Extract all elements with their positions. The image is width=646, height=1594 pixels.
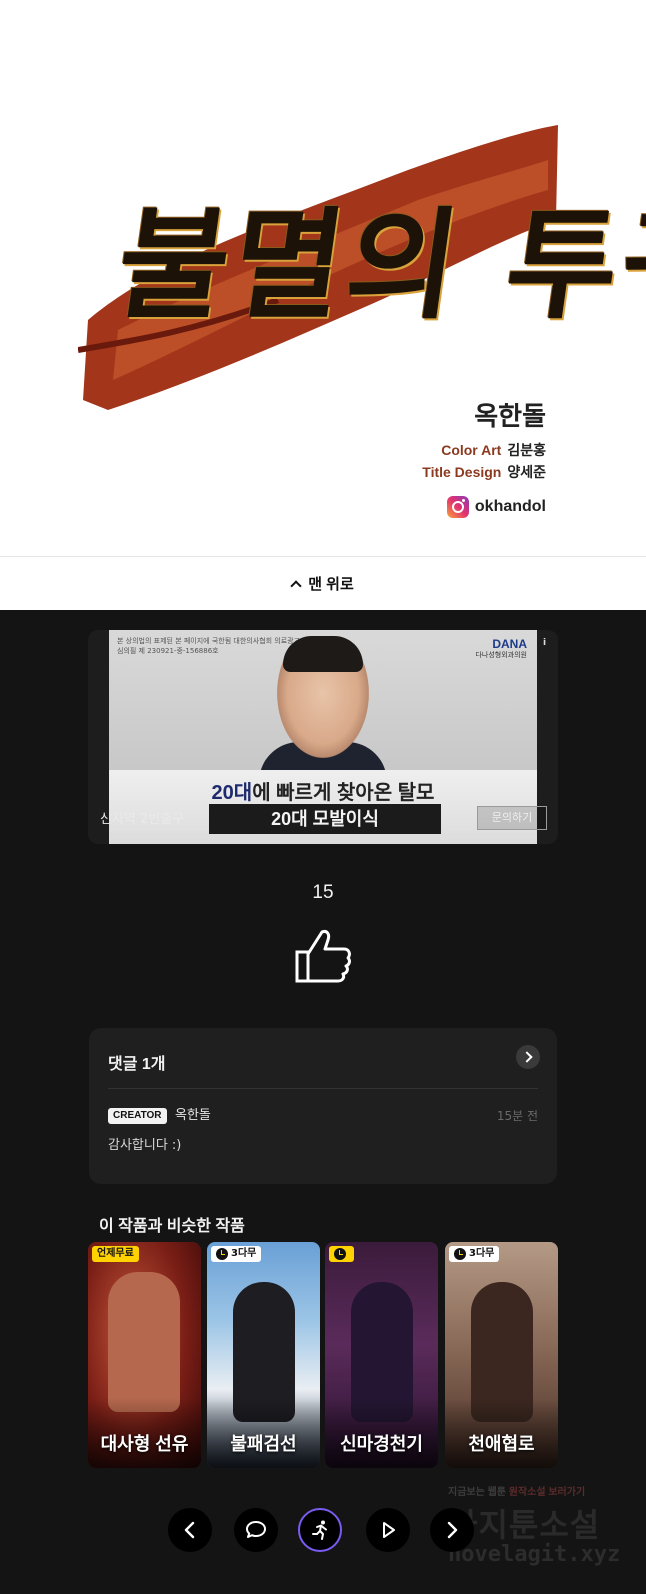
- recommendation-card[interactable]: 3다무 천애협로: [445, 1242, 558, 1468]
- ad-pill: 20대 모발이식: [209, 804, 441, 834]
- watermark-tagline: 지금보는 웹툰 원작소설 보러가기: [448, 1483, 585, 1498]
- creator-badge: CREATOR: [108, 1108, 167, 1124]
- comment-author: 옥한돌: [175, 1108, 211, 1123]
- recommendation-card[interactable]: 3다무 불패검선: [207, 1242, 320, 1468]
- watermark-tagline-a: 지금보는 웹툰: [448, 1487, 506, 1498]
- running-person-icon: [312, 1520, 327, 1540]
- credit-color-art: Color Art 김분홍: [441, 440, 546, 460]
- clock-icon: [454, 1248, 466, 1260]
- back-to-top-button[interactable]: 맨 위로: [0, 556, 646, 610]
- ad-headline: 20대에 빠르게 찾아온 탈모: [109, 776, 537, 805]
- viewer-page: 불멸의 투귀 옥한돌 Color Art 김분홍 Title Design 양세준 …: [0, 0, 646, 1594]
- recommendation-card[interactable]: 언제무료 대사형 선유: [88, 1242, 201, 1468]
- badge-label: 3다무: [469, 1248, 495, 1259]
- recommendations-title: 이 작품과 비슷한 작품: [99, 1218, 245, 1235]
- wait-free-badge: [329, 1246, 354, 1262]
- bottom-nav: [0, 1508, 646, 1558]
- watermark-tagline-b: 원작소설 보러가기: [508, 1487, 586, 1498]
- chevron-left-icon: [184, 1521, 195, 1539]
- ad-brand-logo: DANA 다나성형외과의원: [475, 638, 527, 662]
- ad-brand-sub: 다나성형외과의원: [475, 652, 527, 659]
- credit-name: 김분홍: [507, 442, 546, 458]
- badge-label: 3다무: [231, 1248, 257, 1259]
- chevron-right-icon: [447, 1521, 458, 1539]
- card-title: 불패검선: [230, 1434, 297, 1454]
- clock-icon: [216, 1248, 228, 1260]
- credit-role: Title Design: [422, 464, 502, 480]
- next-episode-button[interactable]: [430, 1508, 474, 1552]
- recommendation-card[interactable]: 신마경천기: [325, 1242, 438, 1468]
- wait-free-badge: 3다무: [449, 1246, 500, 1262]
- comments-divider: [108, 1088, 538, 1089]
- back-to-top-label: 맨 위로: [308, 576, 354, 593]
- title-logo-text: 불멸의 투귀: [108, 195, 646, 336]
- ad-location: 신사역 2번출구: [100, 812, 185, 827]
- chevron-up-icon: [290, 579, 302, 592]
- play-icon: [383, 1522, 395, 1538]
- comments-title: 댓글 1개: [108, 1056, 166, 1073]
- card-title: 대사형 선유: [100, 1434, 189, 1454]
- auto-scroll-button[interactable]: [298, 1508, 342, 1552]
- free-badge: 언제무료: [92, 1246, 139, 1262]
- cover-character: [108, 1272, 180, 1412]
- credits-panel: 불멸의 투귀 옥한돌 Color Art 김분홍 Title Design 양세준 …: [0, 0, 646, 556]
- ad-person-hair: [283, 636, 363, 672]
- instagram-link[interactable]: okhandol: [446, 496, 546, 518]
- thumbs-up-icon[interactable]: [294, 928, 352, 984]
- prev-episode-button[interactable]: [168, 1508, 212, 1552]
- credit-title-design: Title Design 양세준: [422, 462, 546, 482]
- play-button[interactable]: [366, 1508, 410, 1552]
- comment-body: 감사합니다 :): [108, 1138, 182, 1153]
- card-title: 천애협로: [468, 1434, 535, 1454]
- speech-bubble-icon: [246, 1521, 266, 1538]
- recommendations-list: 언제무료 대사형 선유 3다무 불패검선 신마경천기 3다무 천애협로: [88, 1242, 558, 1468]
- comment-time: 15분 전: [496, 1109, 538, 1123]
- credit-role: Color Art: [441, 442, 502, 458]
- ad-headline-rest: 에 빠르게 찾아온 탈모: [252, 782, 435, 804]
- instagram-icon: [446, 496, 469, 518]
- comments-panel[interactable]: 댓글 1개 CREATOR 옥한돌 15분 전 감사합니다 :): [89, 1028, 557, 1184]
- card-title: 신마경천기: [340, 1434, 423, 1454]
- clock-icon: [334, 1248, 346, 1260]
- comment-button[interactable]: [234, 1508, 278, 1552]
- ad-info-icon[interactable]: i: [543, 638, 549, 648]
- credit-name: 양세준: [507, 464, 546, 480]
- instagram-handle: okhandol: [474, 498, 546, 515]
- author-name: 옥한돌: [474, 401, 546, 431]
- wait-free-badge: 3다무: [211, 1246, 262, 1262]
- chevron-right-icon[interactable]: [516, 1045, 540, 1069]
- like-count: 15: [312, 882, 334, 903]
- ad-headline-highlight: 20대: [211, 782, 253, 804]
- ad-brand-name: DANA: [492, 637, 527, 651]
- ad-inquiry-button[interactable]: 문의하기: [477, 806, 547, 830]
